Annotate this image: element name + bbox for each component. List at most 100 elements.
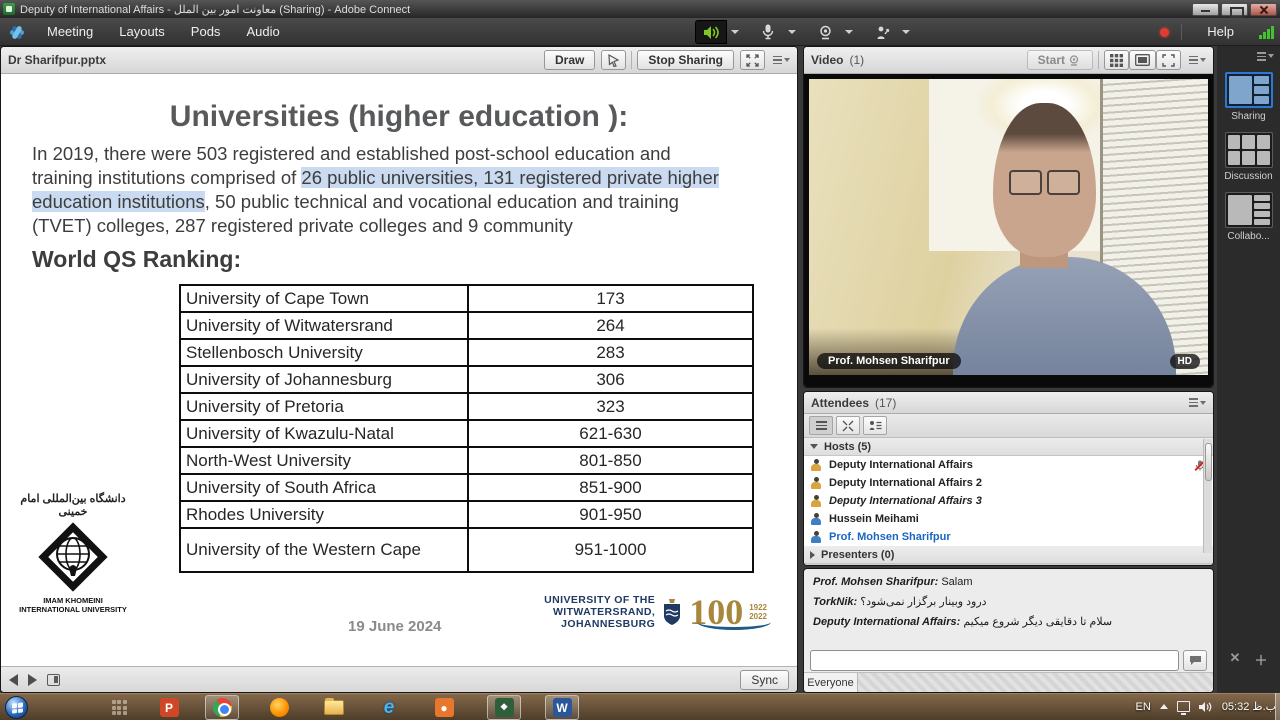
microphone-dropdown-icon[interactable]	[784, 20, 799, 44]
powerpoint-icon[interactable]: P	[152, 695, 186, 720]
wits-centenary: 100	[689, 594, 743, 630]
attendees-toolbar	[804, 414, 1213, 438]
list-view-icon[interactable]	[809, 416, 833, 435]
chat-sender: TorkNik:	[813, 596, 857, 608]
chat-message: TorkNik: درود وبینار برگزار نمی‌شود؟	[813, 595, 1204, 608]
add-layout-icon[interactable]: ＋	[1254, 650, 1267, 669]
firefox-icon[interactable]	[262, 695, 296, 720]
ikiu-emblem-icon	[36, 520, 110, 594]
language-indicator[interactable]: EN	[1136, 701, 1151, 713]
ikiu-calligraphy: دانشگاه بین‌المللی امام خمینی	[13, 492, 133, 518]
layout-label: Sharing	[1231, 111, 1265, 122]
attendee-status-icon[interactable]	[863, 416, 887, 435]
start-webcam-button[interactable]: Start	[1027, 50, 1093, 70]
chrome-icon[interactable]	[205, 695, 239, 720]
attendees-scrollbar[interactable]	[1203, 439, 1212, 553]
table-row: Stellenbosch University283	[180, 339, 753, 366]
everyone-tab[interactable]: Everyone	[804, 673, 858, 693]
table-row: University of Cape Town173	[180, 285, 753, 312]
pinned-app-icon[interactable]	[102, 695, 136, 720]
menu-layouts[interactable]: Layouts	[106, 18, 178, 46]
webcam-glyph-icon	[1069, 55, 1082, 66]
wits-line3: JOHANNESBURG	[544, 618, 655, 630]
table-row: University of Witwatersrand264	[180, 312, 753, 339]
attendees-count: (17)	[875, 396, 896, 410]
clock[interactable]: 05:32 ب.ظ	[1222, 700, 1276, 713]
scrollbar-thumb[interactable]	[1205, 443, 1212, 481]
window-title: Deputy of International Affairs - معاونت…	[20, 3, 410, 16]
wits-logo: UNIVERSITY OF THE WITWATERSRAND, JOHANNE…	[544, 594, 767, 630]
share-pod-menu-icon[interactable]	[773, 56, 790, 65]
breakout-rooms-icon[interactable]	[836, 416, 860, 435]
attendee-row[interactable]: Deputy International Affairs	[804, 456, 1213, 474]
internet-explorer-icon[interactable]: e	[372, 695, 406, 720]
video-pod-menu-icon[interactable]	[1189, 56, 1206, 65]
raise-hand-dropdown-icon[interactable]	[898, 20, 913, 44]
menu-meeting[interactable]: Meeting	[34, 18, 106, 46]
share-pod: Dr Sharifpur.pptx Draw Stop Sharing Univ…	[0, 46, 798, 693]
send-message-icon[interactable]	[1183, 650, 1207, 671]
speaker-icon[interactable]	[695, 20, 727, 44]
table-row: University of Kwazulu-Natal621-630	[180, 420, 753, 447]
layout-thumbnail-collaboration[interactable]	[1225, 192, 1273, 228]
webcam-icon[interactable]	[809, 20, 841, 44]
hidden-icons-icon[interactable]	[1160, 704, 1168, 709]
attendee-row[interactable]: Hussein Meihami	[804, 510, 1213, 528]
office-app-icon[interactable]: ●	[427, 695, 461, 720]
layout-label: Collabo...	[1227, 231, 1269, 242]
presenters-group-header[interactable]: Presenters (0)	[804, 546, 1213, 564]
highlighted-text: education institutions	[32, 191, 205, 212]
qs-ranking-heading: World QS Ranking:	[32, 246, 241, 273]
chat-input[interactable]	[810, 650, 1179, 671]
attendee-row-selected[interactable]: Prof. Mohsen Sharifpur	[804, 528, 1213, 546]
word-icon[interactable]: W	[545, 695, 579, 720]
menu-audio[interactable]: Audio	[233, 18, 292, 46]
slide-panel-toggle-icon[interactable]	[47, 674, 60, 686]
host-user-icon	[810, 459, 822, 471]
presentation-slide: Universities (higher education ): In 201…	[1, 74, 797, 667]
close-button[interactable]	[1250, 3, 1277, 16]
start-button[interactable]	[5, 696, 28, 719]
raise-hand-icon[interactable]	[866, 20, 898, 44]
user-icon	[810, 513, 822, 525]
attendee-row[interactable]: Deputy International Affairs 2	[804, 474, 1213, 492]
menu-help[interactable]: Help	[1194, 18, 1247, 46]
chat-message: Prof. Mohsen Sharifpur: Salam	[813, 576, 1204, 588]
file-explorer-icon[interactable]	[317, 695, 351, 720]
next-slide-button[interactable]	[28, 674, 37, 686]
ikiu-name-line2: INTERNATIONAL UNIVERSITY	[13, 605, 133, 614]
connection-strength-icon[interactable]	[1259, 25, 1274, 39]
webcam-dropdown-icon[interactable]	[841, 20, 856, 44]
layout-label: Discussion	[1224, 171, 1272, 182]
maximize-button[interactable]	[1221, 3, 1248, 16]
attendee-row[interactable]: Deputy International Affairs 3	[804, 492, 1213, 510]
menu-pods[interactable]: Pods	[178, 18, 234, 46]
adobe-connect-window: Deputy of International Affairs - معاونت…	[0, 0, 1280, 720]
grid-view-icon[interactable]	[1104, 50, 1129, 70]
video-fullscreen-icon[interactable]	[1156, 50, 1181, 70]
microphone-icon[interactable]	[752, 20, 784, 44]
filmstrip-view-icon[interactable]	[1129, 50, 1156, 70]
close-layout-icon[interactable]: ✕	[1230, 650, 1241, 669]
minimize-button[interactable]	[1192, 3, 1219, 16]
layouts-menu-icon[interactable]	[1257, 52, 1274, 61]
volume-tray-icon[interactable]	[1199, 701, 1213, 713]
wits-swoosh-icon	[697, 614, 771, 630]
draw-button[interactable]: Draw	[544, 50, 595, 70]
network-tray-icon[interactable]	[1177, 701, 1190, 712]
fullscreen-icon[interactable]	[740, 50, 765, 70]
stop-sharing-button[interactable]: Stop Sharing	[637, 50, 734, 70]
layout-thumbnail-discussion[interactable]	[1225, 132, 1273, 168]
chat-message: Deputy International Affairs: سلام تا دق…	[813, 615, 1204, 628]
glasses	[1009, 170, 1080, 195]
layout-thumbnail-sharing[interactable]	[1225, 72, 1273, 108]
pointer-tool-button[interactable]	[601, 50, 626, 70]
attendees-pod-menu-icon[interactable]	[1189, 398, 1206, 407]
windows-taskbar	[0, 693, 1280, 720]
previous-slide-button[interactable]	[9, 674, 18, 686]
sync-button[interactable]: Sync	[740, 670, 789, 690]
adobe-connect-taskbar-icon[interactable]: ❖	[487, 695, 521, 720]
speaker-dropdown-icon[interactable]	[727, 20, 742, 44]
hosts-group-header[interactable]: Hosts (5)	[804, 438, 1213, 456]
show-desktop-button[interactable]	[1275, 693, 1280, 720]
